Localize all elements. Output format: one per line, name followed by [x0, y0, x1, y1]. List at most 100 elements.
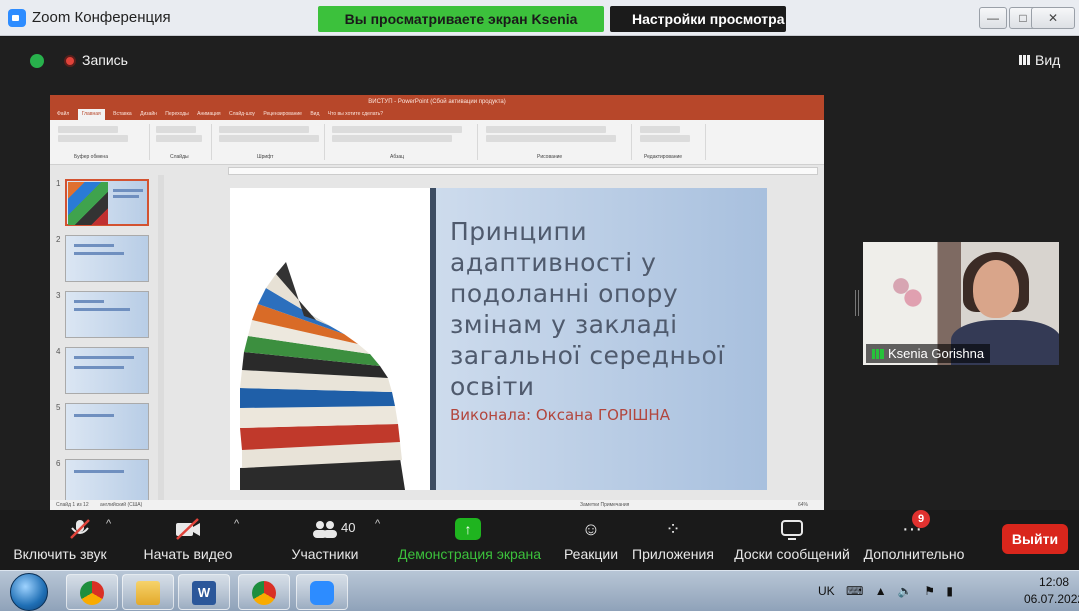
slide-thumbnails: 1 2 3 4 5 6 [52, 175, 158, 506]
tab-view: Вид [310, 111, 320, 117]
tab-animations: Анимация [197, 111, 221, 117]
powerpoint-tabs: Файл Главная Вставка Дизайн Переходы Ани… [50, 109, 824, 120]
notification-badge: 9 [912, 510, 930, 528]
share-screen-button[interactable]: ↑ Демонстрация экрана [398, 510, 542, 570]
thumb-number: 1 [56, 179, 61, 188]
start-video-button[interactable]: ^ Начать видео [138, 510, 240, 570]
slide-divider [430, 188, 436, 490]
window-title: Zoom Конференция [32, 9, 171, 26]
more-label: Дополнительно [863, 546, 965, 562]
more-button[interactable]: ··· 9 Дополнительно [862, 510, 966, 570]
ribbon-group-label: Шрифт [257, 154, 274, 160]
tab-slideshow: Слайд-шоу [229, 111, 255, 117]
reactions-label: Реакции [563, 546, 619, 562]
status-language: английский (США) [100, 502, 143, 508]
view-options-button[interactable]: Настройки просмотра ⌄ [610, 6, 786, 53]
powerpoint-title-bar: ВИСТУП - PowerPoint (Сбой активации прод… [50, 95, 824, 109]
tab-transitions: Переходы [165, 111, 189, 117]
encryption-shield-icon[interactable] [30, 54, 44, 68]
ribbon-group-label: Рисование [537, 154, 563, 160]
grid-icon [1019, 55, 1031, 65]
panel-splitter[interactable] [855, 290, 859, 316]
network-icon[interactable]: ▮ [946, 584, 953, 598]
tray-expand-icon[interactable]: ▲ [875, 584, 887, 598]
thumb-number: 4 [56, 347, 61, 356]
whiteboards-button[interactable]: Доски сообщений [733, 510, 851, 570]
camera-off-icon [174, 518, 202, 540]
zoom-logo-icon [8, 9, 26, 27]
meeting-toolbar: ^ Включить звук ^ Начать видео 40 ^ Учас… [0, 510, 1079, 570]
unmute-button[interactable]: ^ Включить звук [0, 510, 120, 570]
share-arrow-icon: ↑ [455, 518, 481, 540]
presentation-slide: Принципи адаптивності у подоланні опору … [230, 188, 767, 490]
thumb-number: 6 [56, 459, 61, 468]
clock[interactable]: 12:08 06.07.2022 [1024, 574, 1079, 608]
tab-review: Рецензирование [263, 111, 302, 117]
thumb-number: 5 [56, 403, 61, 412]
whiteboard-icon [778, 518, 806, 540]
ribbon-group-paragraph: Абзац [328, 124, 478, 160]
explorer-taskbar-button[interactable] [122, 574, 174, 610]
volume-icon[interactable]: 🔈 [898, 584, 913, 598]
powerpoint-ribbon: Буфер обмена Слайды Шрифт Абзац Рисовани… [50, 120, 824, 165]
slide-thumbnail [65, 403, 149, 450]
unmute-label: Включить звук [13, 546, 107, 562]
windows-taskbar: W UK ⌨ ▲ 🔈 ⚑ ▮ 12:08 06.07.2022 [0, 570, 1079, 611]
microphone-muted-icon [66, 518, 94, 540]
thumb-number: 2 [56, 235, 61, 244]
thumb-number: 3 [56, 291, 61, 300]
participants-count: 40 [341, 520, 356, 535]
system-tray: UK ⌨ ▲ 🔈 ⚑ ▮ [818, 584, 953, 598]
view-label: Вид [1035, 52, 1061, 68]
slide-thumbnail [65, 235, 149, 282]
ribbon-group-label: Слайды [170, 154, 189, 160]
ribbon-group-label: Абзац [390, 154, 405, 160]
participants-button[interactable]: 40 ^ Участники [285, 510, 381, 570]
start-button[interactable] [10, 573, 48, 611]
chrome-taskbar-button[interactable] [66, 574, 118, 610]
participant-name: Ksenia Gorishna [888, 346, 985, 361]
recording-icon[interactable] [64, 55, 76, 67]
minimize-button[interactable]: — [979, 7, 1007, 29]
chrome-icon [252, 581, 276, 605]
share-screen-label: Демонстрация экрана [398, 546, 542, 562]
keyboard-icon[interactable]: ⌨ [846, 584, 863, 598]
zoom-taskbar-button[interactable] [296, 574, 348, 610]
chevron-up-icon[interactable]: ^ [234, 518, 239, 530]
reactions-button[interactable]: ☺ Реакции [561, 510, 621, 570]
slide-thumbnail [65, 459, 149, 506]
chevron-up-icon[interactable]: ^ [106, 518, 111, 530]
apps-button[interactable]: ⁘ Приложения [625, 510, 721, 570]
apps-label: Приложения [632, 546, 714, 562]
participants-icon [311, 518, 339, 540]
chrome-window-taskbar-button[interactable] [238, 574, 290, 610]
ribbon-group-editing: Редактирование [636, 124, 706, 160]
clock-time: 12:08 [1039, 575, 1070, 589]
ribbon-group-slides: Слайды [152, 124, 212, 160]
ruler [228, 167, 818, 175]
language-indicator[interactable]: UK [818, 584, 835, 598]
title-bar: Zoom Конференция Вы просматриваете экран… [0, 0, 1079, 53]
chrome-icon [80, 581, 104, 605]
start-video-label: Начать видео [143, 546, 233, 562]
view-button[interactable]: Вид [1019, 52, 1060, 68]
share-banner: Вы просматриваете экран Ksenia Gorishna [318, 6, 604, 53]
recording-label[interactable]: Запись [82, 52, 128, 68]
slide-author: Виконала: Оксана ГОРІШНА [450, 406, 670, 424]
chevron-up-icon[interactable]: ^ [375, 518, 380, 530]
whiteboards-label: Доски сообщений [734, 546, 850, 562]
view-options-label: Настройки просмотра [632, 11, 785, 27]
flag-icon[interactable]: ⚑ [924, 584, 935, 598]
slide-thumbnail [65, 347, 149, 394]
slide-title: Принципи адаптивності у подоланні опору … [450, 217, 725, 401]
ribbon-group-clipboard: Буфер обмена [54, 124, 150, 160]
status-slide-count: Слайд 1 из 12 [56, 502, 89, 508]
tab-tell-me: Что вы хотите сделать? [327, 111, 384, 117]
word-icon: W [192, 581, 216, 605]
close-button[interactable]: ✕ [1031, 7, 1075, 29]
signal-icon [872, 349, 884, 359]
clock-date: 06.07.2022 [1024, 592, 1079, 606]
word-taskbar-button[interactable]: W [178, 574, 230, 610]
leave-button[interactable]: Выйти [1002, 524, 1068, 554]
tab-home: Главная [77, 109, 105, 120]
